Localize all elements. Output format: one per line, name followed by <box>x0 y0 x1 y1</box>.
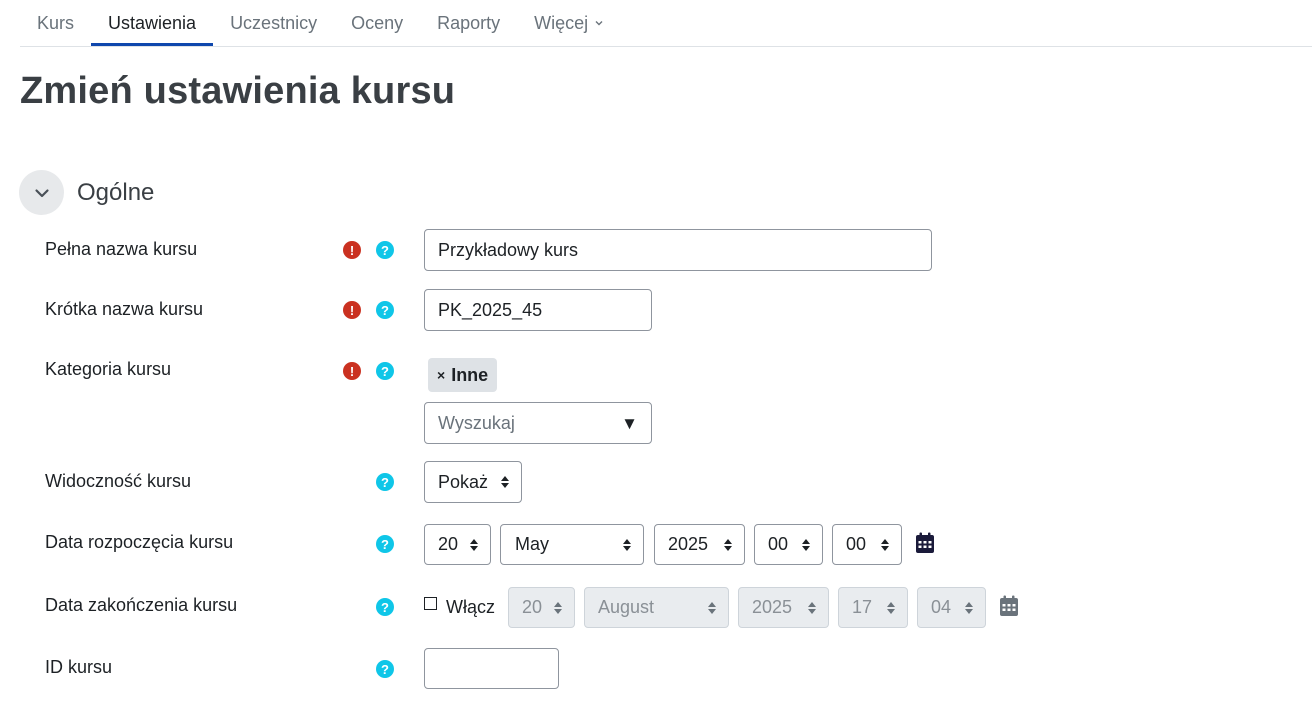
sort-arrows-icon <box>708 601 716 614</box>
tab-label: Raporty <box>437 12 501 33</box>
chevron-down-icon <box>34 188 49 197</box>
idnumber-label: ID kursu <box>45 657 113 677</box>
enddate-hour-select: 17 <box>838 587 908 628</box>
tab-oceny[interactable]: Oceny <box>334 0 420 46</box>
startdate-day-select[interactable]: 20 <box>424 524 491 565</box>
category-search-placeholder: Wyszukaj <box>438 412 515 433</box>
startdate-month-value: May <box>515 534 550 554</box>
startdate-minute-value: 00 <box>846 534 867 554</box>
section-title: Ogólne <box>77 178 155 206</box>
sort-arrows-icon <box>802 538 810 551</box>
enddate-minute-select: 04 <box>917 587 986 628</box>
required-icon: ! <box>343 241 361 259</box>
secondary-navigation: Kurs Ustawienia Uczestnicy Oceny Raporty… <box>20 0 1312 47</box>
tab-uczestnicy[interactable]: Uczestnicy <box>213 0 334 46</box>
visibility-label: Widoczność kursu <box>45 471 192 491</box>
startdate-year-value: 2025 <box>668 534 709 554</box>
enddate-hour-value: 17 <box>852 597 873 617</box>
fullname-label: Pełna nazwa kursu <box>45 239 198 259</box>
help-icon[interactable]: ? <box>376 362 394 380</box>
calendar-icon <box>1000 595 1018 616</box>
sort-arrows-icon <box>724 538 732 551</box>
sort-arrows-icon <box>881 538 889 551</box>
category-label: Kategoria kursu <box>45 359 172 379</box>
shortname-input[interactable]: PK_2025_45 <box>424 289 652 331</box>
sort-arrows-icon <box>965 601 973 614</box>
required-icon: ! <box>343 362 361 380</box>
startdate-label: Data rozpoczęcia kursu <box>45 532 234 552</box>
calendar-icon[interactable] <box>915 532 935 554</box>
category-tag-label: Inne <box>451 364 489 385</box>
idnumber-input[interactable] <box>424 648 559 689</box>
visibility-select[interactable]: Pokaż <box>424 461 522 503</box>
fullname-input[interactable]: Przykładowy kurs <box>424 229 932 271</box>
chevron-down-icon <box>595 21 603 26</box>
enddate-month-value: August <box>598 597 655 617</box>
startdate-year-select[interactable]: 2025 <box>654 524 745 565</box>
startdate-day-value: 20 <box>438 534 459 554</box>
startdate-hour-select[interactable]: 00 <box>754 524 823 565</box>
enddate-year-value: 2025 <box>752 597 793 617</box>
help-icon[interactable]: ? <box>376 301 394 319</box>
tab-ustawienia[interactable]: Ustawienia <box>91 0 214 46</box>
tab-wiecej[interactable]: Więcej <box>517 0 621 46</box>
fullname-value: Przykładowy kurs <box>438 239 579 260</box>
sort-arrows-icon <box>808 601 816 614</box>
caret-down-icon: ▼ <box>621 414 638 433</box>
enddate-month-select: August <box>584 587 729 628</box>
category-search-select[interactable]: Wyszukaj ▼ <box>424 402 652 444</box>
tab-label: Oceny <box>351 12 404 33</box>
tab-label: Uczestnicy <box>230 12 318 33</box>
help-icon[interactable]: ? <box>376 598 394 616</box>
sort-arrows-icon <box>623 538 631 551</box>
section-header: Ogólne <box>19 170 154 215</box>
sort-arrows-icon <box>887 601 895 614</box>
help-icon[interactable]: ? <box>376 473 394 491</box>
tab-kurs[interactable]: Kurs <box>20 0 91 46</box>
enddate-label: Data zakończenia kursu <box>45 595 238 615</box>
sort-arrows-icon <box>470 538 478 551</box>
page-title: Zmień ustawienia kursu <box>20 70 456 112</box>
enddate-day-select: 20 <box>508 587 575 628</box>
tab-raporty[interactable]: Raporty <box>420 0 517 46</box>
shortname-value: PK_2025_45 <box>438 299 543 320</box>
startdate-minute-select[interactable]: 00 <box>832 524 902 565</box>
visibility-value: Pokaż <box>438 471 489 492</box>
help-icon[interactable]: ? <box>376 241 394 259</box>
tab-label: Kurs <box>37 12 75 33</box>
enddate-day-value: 20 <box>522 597 543 617</box>
tab-label: Więcej <box>534 12 589 33</box>
remove-tag-icon[interactable]: × <box>437 367 445 383</box>
enddate-year-select: 2025 <box>738 587 829 628</box>
sort-arrows-icon <box>501 476 509 488</box>
enddate-enable-checkbox[interactable] <box>424 597 437 610</box>
startdate-month-select[interactable]: May <box>500 524 644 565</box>
enddate-minute-value: 04 <box>931 597 952 617</box>
shortname-label: Krótka nazwa kursu <box>45 299 204 319</box>
enddate-enable-label[interactable]: Włącz <box>446 597 495 618</box>
help-icon[interactable]: ? <box>376 535 394 553</box>
section-collapse-button[interactable] <box>19 170 64 215</box>
sort-arrows-icon <box>554 601 562 614</box>
tab-label: Ustawienia <box>108 12 197 33</box>
required-icon: ! <box>343 301 361 319</box>
startdate-hour-value: 00 <box>768 534 789 554</box>
category-selected-tag[interactable]: × Inne <box>428 358 498 392</box>
help-icon[interactable]: ? <box>376 660 394 678</box>
